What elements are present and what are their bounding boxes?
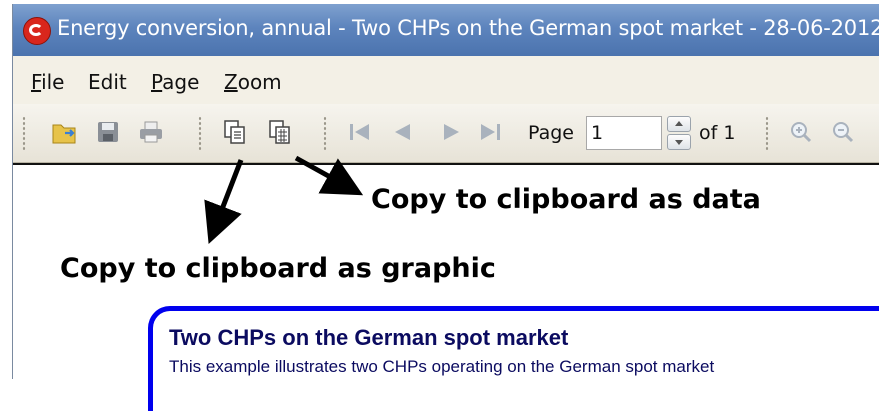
toolbar-grip[interactable] xyxy=(22,116,26,150)
toolbar-grip[interactable] xyxy=(323,116,327,150)
spin-down-icon[interactable] xyxy=(667,134,691,150)
previous-page-icon[interactable] xyxy=(387,116,417,148)
save-icon[interactable] xyxy=(93,116,123,148)
annotation-copy-data: Copy to clipboard as data xyxy=(371,184,761,215)
window-title: Energy conversion, annual - Two CHPs on … xyxy=(57,16,879,40)
copy-data-icon[interactable] xyxy=(265,116,295,148)
open-folder-icon[interactable] xyxy=(50,116,80,148)
report-title: Two CHPs on the German spot market xyxy=(169,325,569,350)
page-number-input[interactable] xyxy=(586,116,662,150)
toolbar-grip[interactable] xyxy=(765,116,769,150)
last-page-icon[interactable] xyxy=(475,116,505,148)
zoom-out-icon[interactable] xyxy=(828,116,858,148)
menu-page[interactable]: Page xyxy=(151,70,199,94)
print-icon[interactable] xyxy=(136,116,166,148)
title-bar[interactable]: Energy conversion, annual - Two CHPs on … xyxy=(13,4,879,56)
page-count-label: of 1 xyxy=(699,122,736,144)
page-spinner[interactable] xyxy=(667,116,691,150)
next-page-icon[interactable] xyxy=(437,116,467,148)
report-description: This example illustrates two CHPs operat… xyxy=(169,357,715,376)
toolbar-grip[interactable] xyxy=(198,116,202,150)
menu-zoom[interactable]: Zoom xyxy=(224,70,282,94)
menu-edit[interactable]: Edit xyxy=(88,70,127,94)
menu-file[interactable]: File xyxy=(31,70,64,94)
menu-bar: File Edit Page Zoom xyxy=(13,56,879,104)
annotation-copy-graphic: Copy to clipboard as graphic xyxy=(60,253,496,284)
zoom-in-icon[interactable] xyxy=(786,116,816,148)
app-logo-icon[interactable] xyxy=(23,17,51,45)
toolbar: Page of 1 xyxy=(13,104,879,163)
spin-up-icon[interactable] xyxy=(667,116,691,132)
first-page-icon[interactable] xyxy=(345,116,375,148)
page-label: Page xyxy=(528,122,574,144)
copy-graphic-icon[interactable] xyxy=(220,116,250,148)
report-header-box: Two CHPs on the German spot market This … xyxy=(148,306,879,411)
